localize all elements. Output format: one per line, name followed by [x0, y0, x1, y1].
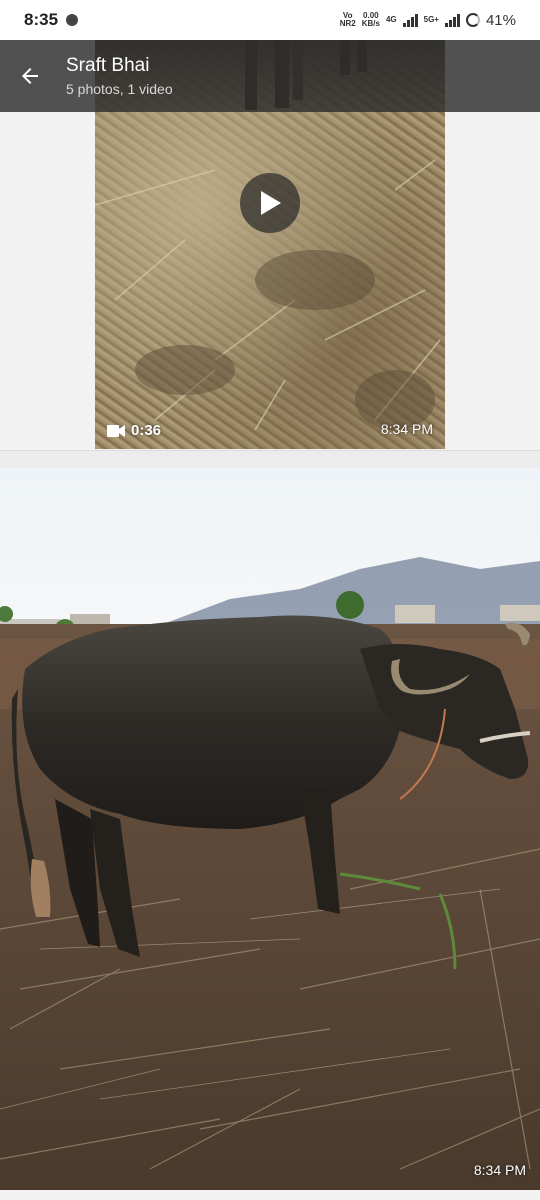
status-time: 8:35 [24, 10, 59, 29]
status-left: 8:35 [24, 10, 79, 30]
battery-percent: 41% [485, 11, 516, 29]
net-4g-label: 4G [385, 15, 397, 24]
chat-header: Sraft Bhai 5 photos, 1 video [0, 40, 540, 112]
video-duration-text: 0:36 [131, 422, 162, 439]
network-speed-unit: KB/s [361, 19, 380, 28]
video-timestamp: 8:34 PM [380, 421, 433, 437]
signal-icon-2 [444, 13, 460, 27]
status-right: Vo NR2 0.00 KB/s 4G 5G+ 41% [340, 12, 516, 29]
media-count: 5 photos, 1 video [66, 81, 173, 97]
arrow-back-icon [22, 68, 38, 84]
status-bar: 8:35 Vo NR2 0.00 KB/s 4G 5G+ 41% [0, 0, 540, 40]
media-divider [0, 450, 540, 468]
contact-name: Sraft Bhai [66, 55, 150, 76]
video-camera-icon [107, 424, 125, 437]
photo-image [0, 469, 540, 1190]
play-button[interactable] [240, 173, 300, 233]
play-icon [261, 191, 281, 215]
back-button[interactable] [0, 40, 60, 112]
header-text: Sraft Bhai 5 photos, 1 video [66, 55, 173, 97]
nr-label: NR2 [339, 19, 356, 28]
video-duration: 0:36 [107, 422, 161, 439]
network-speed: 0.00 KB/s [362, 12, 380, 28]
volte-indicator: Vo NR2 [340, 12, 356, 28]
battery-ring-icon [465, 13, 480, 27]
photo-thumbnail[interactable]: 8:34 PM [0, 469, 540, 1190]
photo-timestamp: 8:34 PM [473, 1162, 526, 1178]
net-5g-label: 5G+ [423, 15, 439, 24]
notification-icon [66, 14, 79, 26]
bottom-strip [0, 1190, 540, 1200]
signal-icon [402, 13, 418, 27]
